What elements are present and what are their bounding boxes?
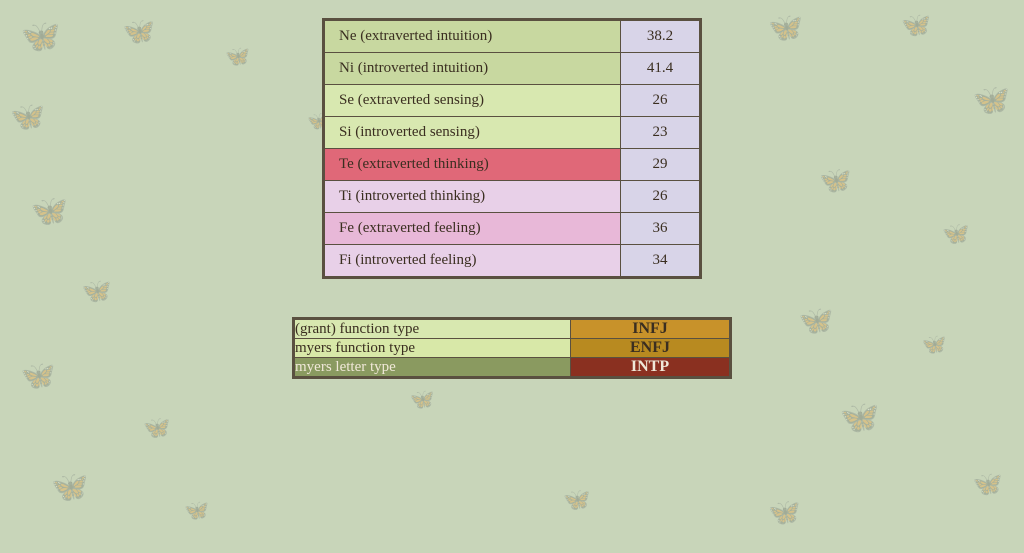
scores-value-fe: 36 (621, 213, 701, 245)
scores-row: Te (extraverted thinking)29 (324, 149, 701, 181)
type-row-letter: myers letter typeINTP (294, 358, 731, 378)
scores-value-ne: 38.2 (621, 20, 701, 53)
scores-label-se: Se (extraverted sensing) (324, 85, 621, 117)
scores-label-fe: Fe (extraverted feeling) (324, 213, 621, 245)
type-value-letter: INTP (571, 358, 731, 378)
scores-row: Fi (introverted feeling)34 (324, 245, 701, 278)
scores-label-ni: Ni (introverted intuition) (324, 53, 621, 85)
scores-value-fi: 34 (621, 245, 701, 278)
scores-value-se: 26 (621, 85, 701, 117)
scores-value-ni: 41.4 (621, 53, 701, 85)
type-row-grant: (grant) function typeINFJ (294, 319, 731, 339)
scores-table: Ne (extraverted intuition)38.2Ni (introv… (322, 18, 702, 279)
type-row-myers: myers function typeENFJ (294, 339, 731, 358)
scores-value-te: 29 (621, 149, 701, 181)
type-table: (grant) function typeINFJmyers function … (292, 317, 732, 379)
type-value-myers: ENFJ (571, 339, 731, 358)
scores-label-ti: Ti (introverted thinking) (324, 181, 621, 213)
scores-label-si: Si (introverted sensing) (324, 117, 621, 149)
scores-row: Se (extraverted sensing)26 (324, 85, 701, 117)
scores-value-ti: 26 (621, 181, 701, 213)
type-value-grant: INFJ (571, 319, 731, 339)
scores-row: Ni (introverted intuition)41.4 (324, 53, 701, 85)
scores-row: Ti (introverted thinking)26 (324, 181, 701, 213)
type-label-grant: (grant) function type (294, 319, 571, 339)
scores-row: Si (introverted sensing)23 (324, 117, 701, 149)
scores-value-si: 23 (621, 117, 701, 149)
scores-label-ne: Ne (extraverted intuition) (324, 20, 621, 53)
main-content: Ne (extraverted intuition)38.2Ni (introv… (0, 0, 1024, 553)
scores-label-te: Te (extraverted thinking) (324, 149, 621, 181)
type-label-myers: myers function type (294, 339, 571, 358)
scores-row: Fe (extraverted feeling)36 (324, 213, 701, 245)
type-label-letter: myers letter type (294, 358, 571, 378)
scores-label-fi: Fi (introverted feeling) (324, 245, 621, 278)
scores-row: Ne (extraverted intuition)38.2 (324, 20, 701, 53)
